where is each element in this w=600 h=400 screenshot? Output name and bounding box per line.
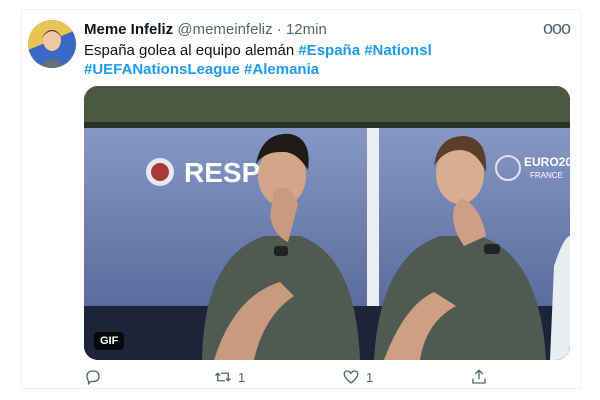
tweet-text: España golea al equipo alemán #España #N… <box>84 41 574 79</box>
gif-badge: GIF <box>94 332 125 350</box>
like-count: 1 <box>366 369 374 385</box>
tweet-actions: 1 1 <box>84 368 504 392</box>
euro-logo-line1: EURO20 <box>524 155 570 169</box>
like-button[interactable]: 1 <box>342 368 373 386</box>
avatar[interactable] <box>28 20 76 68</box>
hashtag[interactable]: #Alemania <box>244 61 319 78</box>
hashtag[interactable]: #España <box>298 42 360 59</box>
tweet-time[interactable]: 12min <box>286 21 327 38</box>
author-handle[interactable]: @memeinfeliz <box>177 21 272 38</box>
tweet-text-plain: España golea al equipo alemán <box>84 42 295 59</box>
share-icon <box>472 369 486 384</box>
tweet-media-gif[interactable]: RESP EURO20 FRANCE GIF <box>84 86 570 360</box>
hashtag[interactable]: #UEFANationsLeague <box>84 61 240 78</box>
banner-text: RESP <box>184 157 260 188</box>
retweet-count: 1 <box>238 369 246 385</box>
retweet-button[interactable]: 1 <box>214 368 245 386</box>
author-name[interactable]: Meme Infeliz <box>84 21 173 38</box>
euro-logo-line2: FRANCE <box>530 171 563 180</box>
like-icon <box>343 370 359 384</box>
tweet-header: Meme Infeliz @memeinfeliz · 12min ooo <box>84 19 571 39</box>
hashtag[interactable]: #Nationsl <box>364 42 432 59</box>
gif-frame: RESP EURO20 FRANCE <box>84 86 570 360</box>
reply-button[interactable] <box>84 368 108 386</box>
retweet-icon <box>215 372 231 382</box>
more-options-icon[interactable]: ooo <box>543 19 571 37</box>
reply-icon <box>86 370 100 386</box>
share-button[interactable] <box>470 368 488 386</box>
separator-dot: · <box>276 21 282 38</box>
avatar-image <box>28 20 76 68</box>
